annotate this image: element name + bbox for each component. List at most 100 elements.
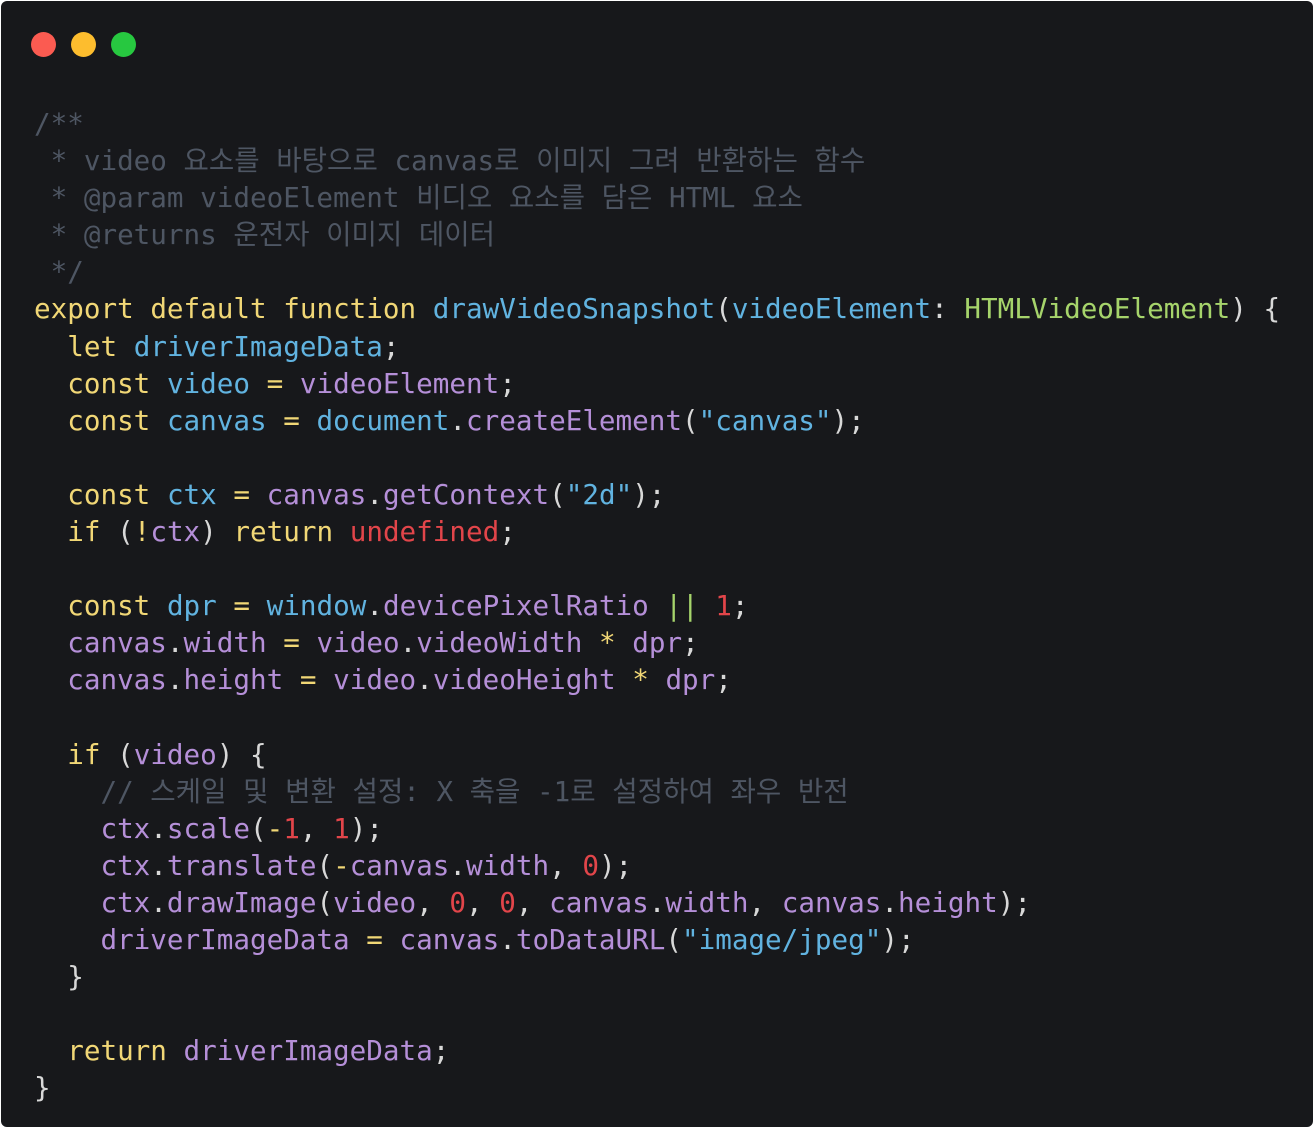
code-token-prop: canvas bbox=[67, 663, 167, 697]
code-token-op: = bbox=[299, 663, 317, 697]
code-token-punct: ( bbox=[100, 737, 134, 771]
code-token-punct: ( bbox=[316, 885, 334, 919]
code-token-punct: ( bbox=[665, 923, 682, 957]
code-line: /** bbox=[34, 105, 1280, 142]
code-token-punct: ( bbox=[682, 403, 699, 437]
code-line: * @param videoElement 비디오 요소를 담은 HTML 요소 bbox=[34, 179, 1280, 216]
code-token-punct: , bbox=[466, 885, 500, 919]
code-line: } bbox=[34, 958, 1280, 995]
maximize-window-icon[interactable] bbox=[111, 32, 136, 57]
close-window-icon[interactable] bbox=[31, 32, 56, 57]
code-line: const dpr = window.devicePixelRatio || 1… bbox=[34, 587, 1280, 624]
code-token-punct: , bbox=[416, 885, 450, 919]
code-token-prop: video bbox=[333, 663, 417, 697]
code-line: canvas.width = video.videoWidth * dpr; bbox=[34, 624, 1280, 661]
code-token-punct: . bbox=[399, 626, 417, 660]
code-token-prop: canvas bbox=[349, 848, 450, 882]
code-token-punct: : bbox=[931, 292, 965, 326]
code-token-punct: , bbox=[549, 848, 583, 882]
code-token-keyword: const bbox=[67, 589, 151, 623]
code-token-keyword: return bbox=[233, 515, 334, 549]
code-token-punct: . bbox=[416, 663, 433, 697]
code-token-fn2: createElement bbox=[466, 403, 682, 437]
code-token-punct: ; bbox=[731, 589, 749, 623]
code-token-punct: ( bbox=[250, 811, 267, 845]
code-token-fn2: getContext bbox=[382, 477, 550, 511]
code-token-punct: ( bbox=[549, 477, 566, 511]
code-token-prop: ctx bbox=[100, 885, 151, 919]
code-token-punct: ; bbox=[682, 626, 699, 660]
code-token-punct: ) { bbox=[216, 737, 267, 771]
code-token-punct: . bbox=[166, 663, 184, 697]
code-token-string: "image/jpeg" bbox=[681, 923, 882, 957]
code-token-prop: videoHeight bbox=[432, 663, 616, 697]
code-token-op: = bbox=[366, 923, 383, 957]
code-token-punct: . bbox=[449, 848, 466, 882]
code-token-punct: . bbox=[881, 885, 899, 919]
code-token-punct: . bbox=[150, 885, 167, 919]
code-token-punct: . bbox=[166, 626, 184, 660]
code-token-prop: driverImageData bbox=[183, 1034, 433, 1068]
code-token-punct: ; bbox=[382, 329, 400, 363]
code-line: export default function drawVideoSnapsho… bbox=[34, 290, 1280, 327]
code-token-comment: */ bbox=[34, 255, 84, 289]
code-line: const ctx = canvas.getContext("2d"); bbox=[34, 476, 1280, 513]
code-token-punct: ; bbox=[499, 515, 516, 549]
code-token-prop: videoElement bbox=[299, 366, 500, 400]
code-token-prop: height bbox=[183, 663, 284, 697]
code-token-punct: . bbox=[150, 848, 167, 882]
code-token-prop: canvas bbox=[67, 626, 167, 660]
code-token-punct: ); bbox=[349, 811, 383, 845]
code-line: } bbox=[34, 1069, 1280, 1106]
code-token-type: HTMLVideoElement bbox=[964, 292, 1231, 326]
code-token-keyword: if bbox=[67, 515, 101, 549]
code-token-prop: width bbox=[466, 848, 550, 882]
code-token-punct: ); bbox=[632, 477, 666, 511]
code-token-op: * bbox=[632, 663, 649, 697]
code-token-string: "2d" bbox=[565, 477, 633, 511]
code-token-punct: ; bbox=[715, 663, 732, 697]
code-token-comment: * @returns 운전자 이미지 데이터 bbox=[34, 218, 496, 252]
code-token-punct: ; bbox=[432, 1034, 450, 1068]
code-token-number: 1 bbox=[333, 811, 350, 845]
code-token-punct: ; bbox=[499, 366, 516, 400]
code-line: */ bbox=[34, 253, 1280, 290]
code-line: canvas.height = video.videoHeight * dpr; bbox=[34, 661, 1280, 698]
code-token-comment: // 스케일 및 변환 설정: X 축을 -1로 설정하여 좌우 반전 bbox=[100, 774, 849, 808]
minimize-window-icon[interactable] bbox=[71, 32, 96, 57]
code-token-prop: canvas bbox=[266, 477, 367, 511]
code-token-var: ctx bbox=[166, 477, 217, 511]
code-token-punct: , bbox=[515, 885, 550, 919]
code-token-punct: . bbox=[449, 403, 467, 437]
code-token-punct: ) bbox=[200, 515, 234, 549]
code-token-prop: video bbox=[316, 626, 400, 660]
code-token-punct: . bbox=[648, 885, 666, 919]
code-token-prop: width bbox=[183, 626, 267, 660]
code-token-prop: ctx bbox=[100, 848, 151, 882]
code-token-keyword: return bbox=[67, 1034, 167, 1068]
code-token-prop: dpr bbox=[632, 626, 683, 660]
code-token-punct: ) { bbox=[1230, 292, 1281, 326]
code-token-punct: ( bbox=[316, 848, 334, 882]
code-token-punct: ); bbox=[997, 885, 1031, 919]
code-token-op: ! bbox=[133, 515, 151, 549]
code-token-keyword: default bbox=[150, 292, 267, 326]
code-token-comment: * @param videoElement 비디오 요소를 담은 HTML 요소 bbox=[34, 181, 803, 215]
code-token-prop: ctx bbox=[150, 515, 201, 549]
code-token-keyword: const bbox=[67, 366, 151, 400]
